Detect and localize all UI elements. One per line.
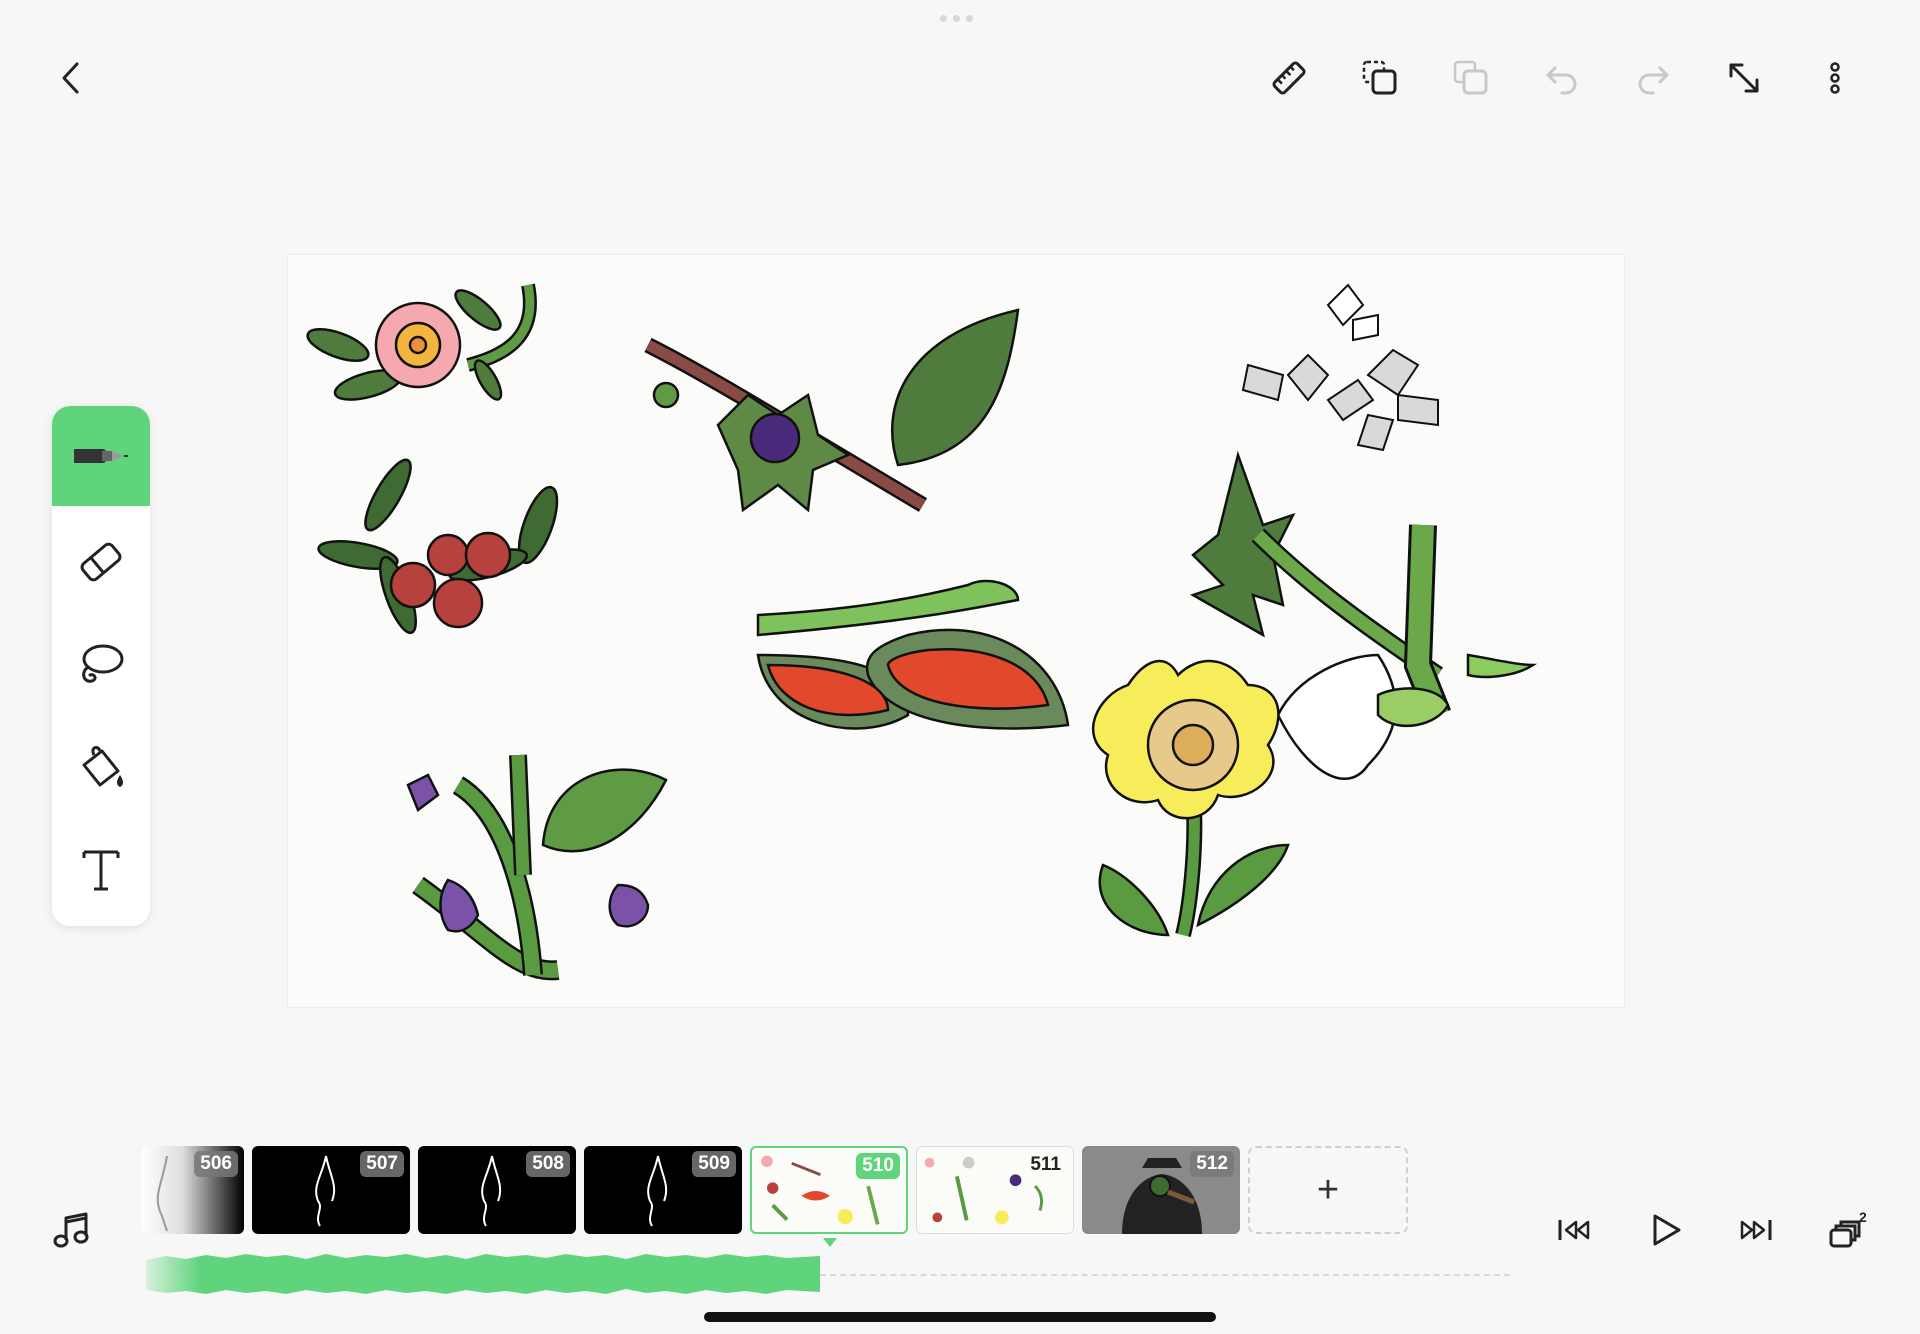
jump-to-end-button[interactable] <box>1726 1200 1786 1260</box>
playhead-marker[interactable] <box>823 1238 837 1247</box>
paste-frame-icon <box>1453 60 1488 95</box>
red-berries-drawing <box>317 458 559 635</box>
yellow-daffodil-drawing <box>1091 659 1290 937</box>
frame-512[interactable]: 512 <box>1082 1146 1240 1234</box>
seed-pod-drawing <box>756 579 1070 730</box>
layers-button[interactable]: 2 <box>1817 1200 1877 1260</box>
music-button[interactable] <box>42 1200 102 1260</box>
more-icon <box>1830 62 1840 94</box>
add-frame-label: + <box>1316 1168 1340 1211</box>
audio-track-line <box>820 1274 1510 1276</box>
layers-count: 2 <box>1859 1209 1867 1225</box>
audio-waveform[interactable] <box>146 1250 820 1298</box>
animation-app: 506 507 508 509 510 511 512 + 2 <box>0 0 1920 1334</box>
home-indicator[interactable] <box>704 1312 1216 1322</box>
text-icon <box>82 850 120 891</box>
fullscreen-button[interactable] <box>1714 48 1774 108</box>
chevron-left-icon <box>62 62 79 94</box>
frame-timeline: 506 507 508 509 510 511 512 + <box>142 1146 1422 1236</box>
frame-number: 512 <box>1190 1151 1234 1177</box>
music-note-icon <box>53 1212 89 1248</box>
paste-frame-button[interactable] <box>1441 48 1501 108</box>
pink-flower-drawing <box>306 283 537 401</box>
pen-icon <box>74 449 128 463</box>
text-tool[interactable] <box>52 820 150 920</box>
frame-number: 509 <box>692 1151 736 1177</box>
eraser-tool[interactable] <box>52 512 150 612</box>
purple-bellflower-drawing <box>406 754 668 981</box>
eraser-icon <box>80 542 122 582</box>
copy-frame-icon <box>1362 60 1397 95</box>
redo-button[interactable] <box>1623 48 1683 108</box>
more-button[interactable] <box>1805 48 1865 108</box>
skip-back-icon <box>1558 1220 1590 1240</box>
frame-510[interactable]: 510 <box>750 1146 908 1234</box>
frame-number: 506 <box>194 1151 238 1177</box>
add-frame-button[interactable]: + <box>1248 1146 1408 1234</box>
lasso-icon <box>82 644 124 683</box>
frame-508[interactable]: 508 <box>418 1146 576 1234</box>
redo-icon <box>1638 66 1669 95</box>
frame-506[interactable]: 506 <box>142 1146 244 1234</box>
branch-berry-drawing <box>644 308 1020 513</box>
frame-507[interactable]: 507 <box>252 1146 410 1234</box>
fill-tool[interactable] <box>52 718 150 818</box>
play-button[interactable] <box>1635 1200 1695 1260</box>
tool-palette <box>52 406 150 926</box>
window-grabber[interactable] <box>940 15 973 22</box>
skip-forward-icon <box>1740 1220 1772 1240</box>
frame-number: 510 <box>856 1153 900 1179</box>
frame-number: 508 <box>526 1151 570 1177</box>
frame-511[interactable]: 511 <box>916 1146 1074 1234</box>
frame-number: 511 <box>1030 1154 1061 1175</box>
grey-flowers-drawing <box>1241 283 1439 452</box>
lasso-tool[interactable] <box>52 614 150 714</box>
fullscreen-icon <box>1729 63 1759 93</box>
pen-tool[interactable] <box>52 406 150 506</box>
jump-to-start-button[interactable] <box>1544 1200 1604 1260</box>
play-icon <box>1653 1214 1681 1246</box>
layers-icon: 2 <box>1829 1209 1867 1248</box>
fill-bucket-icon <box>82 746 123 787</box>
undo-icon <box>1546 66 1577 95</box>
ruler-icon <box>1272 61 1306 95</box>
copy-frame-button[interactable] <box>1350 48 1410 108</box>
frame-509[interactable]: 509 <box>584 1146 742 1234</box>
ruler-button[interactable] <box>1259 48 1319 108</box>
drawing-canvas[interactable] <box>288 255 1624 1007</box>
back-button[interactable] <box>42 48 102 108</box>
frame-number: 507 <box>360 1151 404 1177</box>
canvas-artwork <box>306 283 1538 981</box>
undo-button[interactable] <box>1532 48 1592 108</box>
